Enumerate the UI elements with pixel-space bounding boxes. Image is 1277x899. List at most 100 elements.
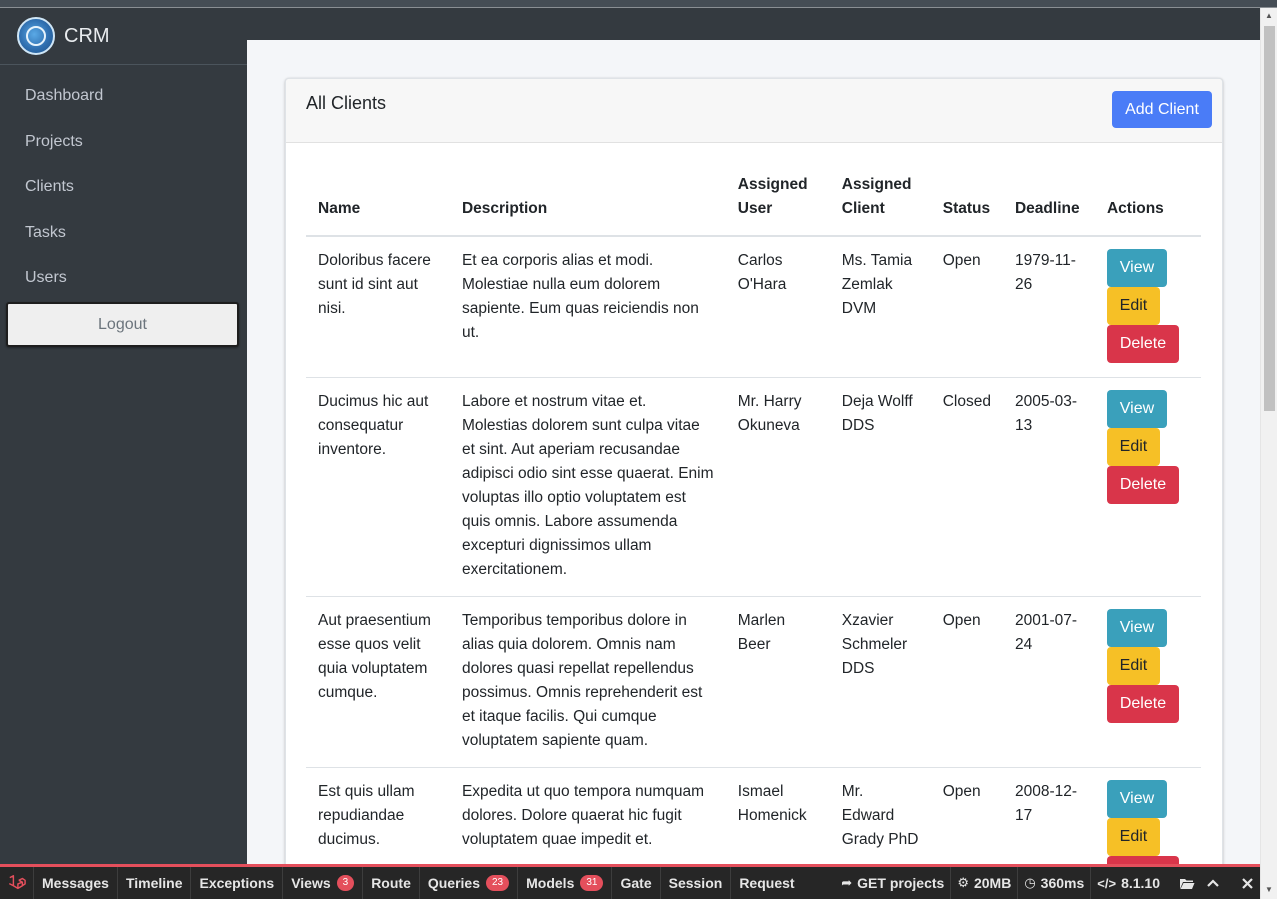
cell-actions: View Edit Delete (1094, 377, 1201, 597)
edit-button[interactable]: Edit (1106, 428, 1160, 466)
column-header-assigned-client: Assigned Client (829, 163, 931, 237)
view-button[interactable]: View (1106, 249, 1167, 287)
sidebar: CRM Dashboard Projects Clients Tasks Use… (0, 8, 247, 864)
debug-tab-models[interactable]: Models 31 (518, 867, 613, 899)
brand-name: CRM (64, 24, 110, 47)
cell-assigned-client: Mr. Edward Grady PhD (829, 767, 931, 877)
debug-tab-session[interactable]: Session (661, 867, 732, 899)
clients-table: Name Description Assigned User Assigned … (306, 163, 1201, 877)
cell-name: Ducimus hic aut consequatur inventore. (306, 377, 450, 597)
memory-stat[interactable]: ⚙ 20MB (950, 867, 1017, 899)
cell-assigned-user: Ismael Homenick (725, 767, 830, 877)
delete-button[interactable]: Delete (1106, 466, 1179, 504)
scroll-up-arrow-icon[interactable]: ▲ (1265, 11, 1273, 20)
debug-tab-route[interactable]: Route (363, 867, 420, 899)
column-header-status: Status (930, 163, 1003, 237)
cell-actions: View Edit Delete (1094, 596, 1201, 768)
brand[interactable]: CRM (0, 8, 247, 65)
sidebar-item-projects[interactable]: Projects (0, 119, 247, 165)
page-scrollbar[interactable]: ▲ ▼ (1260, 8, 1277, 899)
scroll-down-arrow-icon[interactable]: ▼ (1265, 885, 1273, 894)
cell-assigned-client: Ms. Tamia Zemlak DVM (829, 236, 931, 378)
column-header-name: Name (306, 163, 450, 237)
cell-assigned-client: Deja Wolff DDS (829, 377, 931, 597)
cell-deadline: 1979-11-26 (1002, 236, 1095, 378)
clients-card: All Clients Add Client Name Description … (285, 78, 1223, 878)
table-row: Aut praesentium esse quos velit quia vol… (306, 596, 1201, 768)
cell-name: Doloribus facere sunt id sint aut nisi. (306, 236, 450, 378)
cell-description: Labore et nostrum vitae et. Molestias do… (449, 377, 726, 597)
laravel-logo-icon[interactable] (0, 867, 34, 899)
crm-logo-icon (17, 17, 55, 55)
cell-description: Et ea corporis alias et modi. Molestiae … (449, 236, 726, 378)
cell-status: Open (930, 596, 1003, 768)
table-row: Ducimus hic aut consequatur inventore. L… (306, 377, 1201, 597)
edit-button[interactable]: Edit (1106, 818, 1160, 856)
share-arrow-icon: ➦ (841, 875, 853, 890)
sidebar-item-tasks[interactable]: Tasks (0, 210, 247, 256)
edit-button[interactable]: Edit (1106, 647, 1160, 685)
cell-actions: View Edit Delete (1094, 767, 1201, 877)
debug-tab-label: Views (291, 875, 331, 891)
column-header-assigned-user: Assigned User (725, 163, 830, 237)
count-badge: 31 (580, 875, 604, 891)
cell-name: Aut praesentium esse quos velit quia vol… (306, 596, 450, 768)
debug-tab-messages[interactable]: Messages (34, 867, 118, 899)
route-stat[interactable]: ➦ GET projects (835, 867, 950, 899)
sidebar-item-clients[interactable]: Clients (0, 164, 247, 210)
cell-assigned-user: Mr. Harry Okuneva (725, 377, 830, 597)
sidebar-item-users[interactable]: Users (0, 255, 247, 301)
cell-description: Expedita ut quo tempora numquam dolores.… (449, 767, 726, 877)
chevron-up-icon[interactable] (1200, 867, 1226, 899)
scroll-thumb[interactable] (1264, 26, 1275, 411)
view-button[interactable]: View (1106, 609, 1167, 647)
cell-assigned-client: Xzavier Schmeler DDS (829, 596, 931, 768)
view-button[interactable]: View (1106, 780, 1167, 818)
php-version-text: 8.1.10 (1121, 875, 1160, 891)
column-header-actions: Actions (1094, 163, 1201, 237)
debug-stats: ➦ GET projects ⚙ 20MB ◷ 360ms </> 8.1.10 (835, 867, 1260, 899)
cell-status: Open (930, 236, 1003, 378)
time-stat[interactable]: ◷ 360ms (1017, 867, 1090, 899)
debug-tab-label: Exceptions (199, 875, 275, 891)
debug-tab-queries[interactable]: Queries 23 (420, 867, 519, 899)
add-client-button[interactable]: Add Client (1112, 91, 1212, 128)
delete-button[interactable]: Delete (1106, 685, 1179, 723)
route-text: GET projects (857, 875, 945, 891)
card-header: All Clients Add Client (286, 79, 1222, 143)
debug-tab-label: Request (739, 875, 795, 891)
sidebar-nav: Dashboard Projects Clients Tasks Users (0, 65, 247, 301)
debug-tab-label: Models (526, 875, 575, 891)
cell-actions: View Edit Delete (1094, 236, 1201, 378)
logout-button[interactable]: Logout (6, 302, 239, 347)
debug-bar: Messages Timeline Exceptions Views 3 Rout… (0, 864, 1260, 899)
debug-tab-label: Session (668, 875, 723, 891)
folder-open-icon[interactable] (1174, 867, 1200, 899)
debug-tab-exceptions[interactable]: Exceptions (191, 867, 284, 899)
column-header-description: Description (449, 163, 726, 237)
table-header-row: Name Description Assigned User Assigned … (306, 163, 1201, 237)
debug-tab-views[interactable]: Views 3 (283, 867, 364, 899)
delete-button[interactable]: Delete (1106, 325, 1179, 363)
php-version-stat[interactable]: </> 8.1.10 (1090, 867, 1166, 899)
card-title: All Clients (306, 93, 387, 113)
column-header-deadline: Deadline (1002, 163, 1095, 237)
clock-icon: ◷ (1024, 875, 1036, 890)
debug-tab-gate[interactable]: Gate (612, 867, 661, 899)
memory-text: 20MB (973, 875, 1012, 891)
cell-status: Open (930, 767, 1003, 877)
cell-deadline: 2001-07-24 (1002, 596, 1095, 768)
code-icon: </> (1097, 875, 1117, 891)
cell-assigned-user: Carlos O'Hara (725, 236, 830, 378)
debug-tab-request[interactable]: Request (731, 867, 802, 899)
debug-tab-timeline[interactable]: Timeline (118, 867, 192, 899)
view-button[interactable]: View (1106, 390, 1167, 428)
debug-tab-label: Queries (427, 875, 480, 891)
edit-button[interactable]: Edit (1106, 287, 1160, 325)
cell-deadline: 2008-12-17 (1002, 767, 1095, 877)
table-row: Doloribus facere sunt id sint aut nisi. … (306, 236, 1201, 378)
count-badge: 3 (336, 875, 355, 891)
close-icon[interactable] (1234, 867, 1260, 899)
debug-tab-label: Route (371, 875, 411, 891)
sidebar-item-dashboard[interactable]: Dashboard (0, 73, 247, 119)
